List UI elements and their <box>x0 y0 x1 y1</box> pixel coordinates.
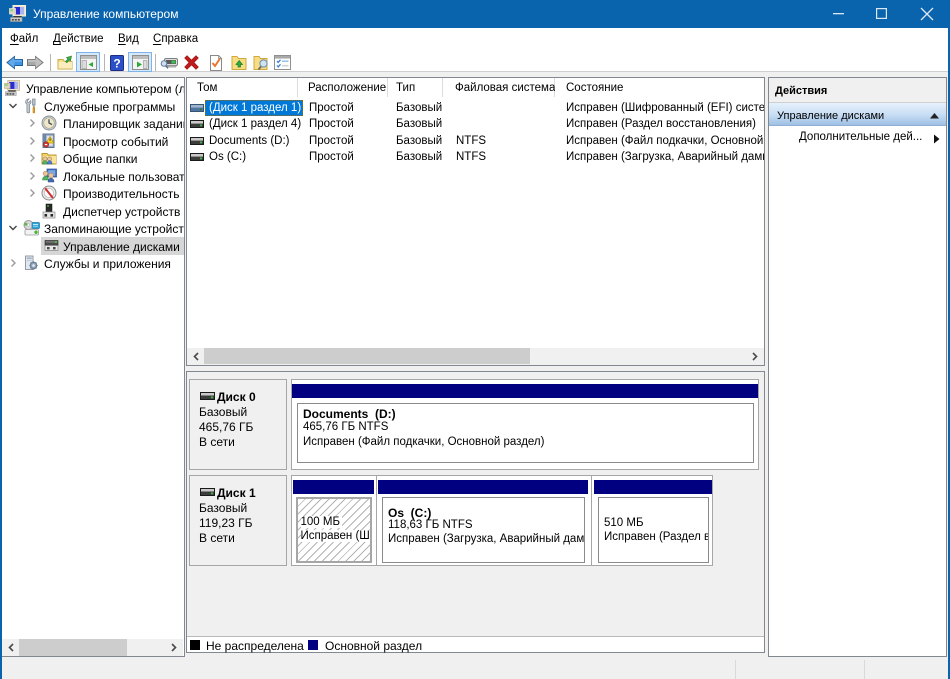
svg-text:?: ? <box>113 57 120 71</box>
